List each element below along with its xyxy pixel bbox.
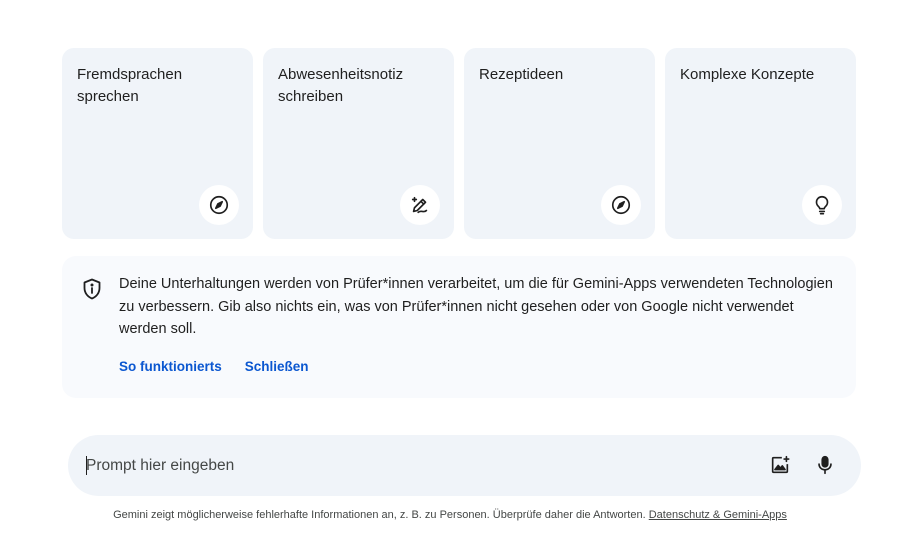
compass-icon — [601, 185, 641, 225]
microphone-icon — [818, 455, 832, 475]
suggestion-card-rezeptideen[interactable]: Rezeptideen — [464, 48, 655, 239]
privacy-link[interactable]: Datenschutz & Gemini-Apps — [649, 509, 787, 521]
suggestion-card-komplexe-konzepte[interactable]: Komplexe Konzepte — [665, 48, 856, 239]
prompt-bar — [68, 435, 861, 496]
disclaimer-text: Gemini zeigt möglicherweise fehlerhafte … — [113, 509, 646, 521]
close-notice-button[interactable]: Schließen — [245, 359, 309, 374]
suggestion-cards: Fremdsprachen sprechen Abwesenheitsnotiz… — [62, 48, 856, 239]
how-it-works-link[interactable]: So funktionierts — [119, 359, 222, 374]
lightbulb-icon — [802, 185, 842, 225]
add-image-button[interactable] — [762, 447, 798, 483]
suggestion-card-title: Rezeptideen — [479, 66, 564, 83]
microphone-button[interactable] — [807, 447, 843, 483]
add-image-icon — [771, 455, 790, 474]
suggestion-card-title: Komplexe Konzepte — [680, 66, 815, 83]
suggestion-card-title: Abwesenheitsnotiz schreiben — [278, 66, 404, 105]
prompt-input[interactable] — [86, 435, 706, 496]
privacy-notice-actions: So funktionierts Schließen — [119, 359, 309, 374]
compass-icon — [199, 185, 239, 225]
suggestion-card-abwesenheitsnotiz[interactable]: Abwesenheitsnotiz schreiben — [263, 48, 454, 239]
shield-info-icon — [80, 277, 104, 301]
disclaimer-footer: Gemini zeigt möglicherweise fehlerhafte … — [0, 509, 900, 521]
suggestion-card-title: Fremdsprachen sprechen — [77, 66, 183, 105]
suggestion-card-fremdsprachen[interactable]: Fremdsprachen sprechen — [62, 48, 253, 239]
text-caret — [86, 456, 87, 475]
privacy-notice-text: Deine Unterhaltungen werden von Prüfer*i… — [119, 276, 833, 337]
privacy-notice: Deine Unterhaltungen werden von Prüfer*i… — [62, 256, 856, 398]
pen-sparkle-icon — [400, 185, 440, 225]
